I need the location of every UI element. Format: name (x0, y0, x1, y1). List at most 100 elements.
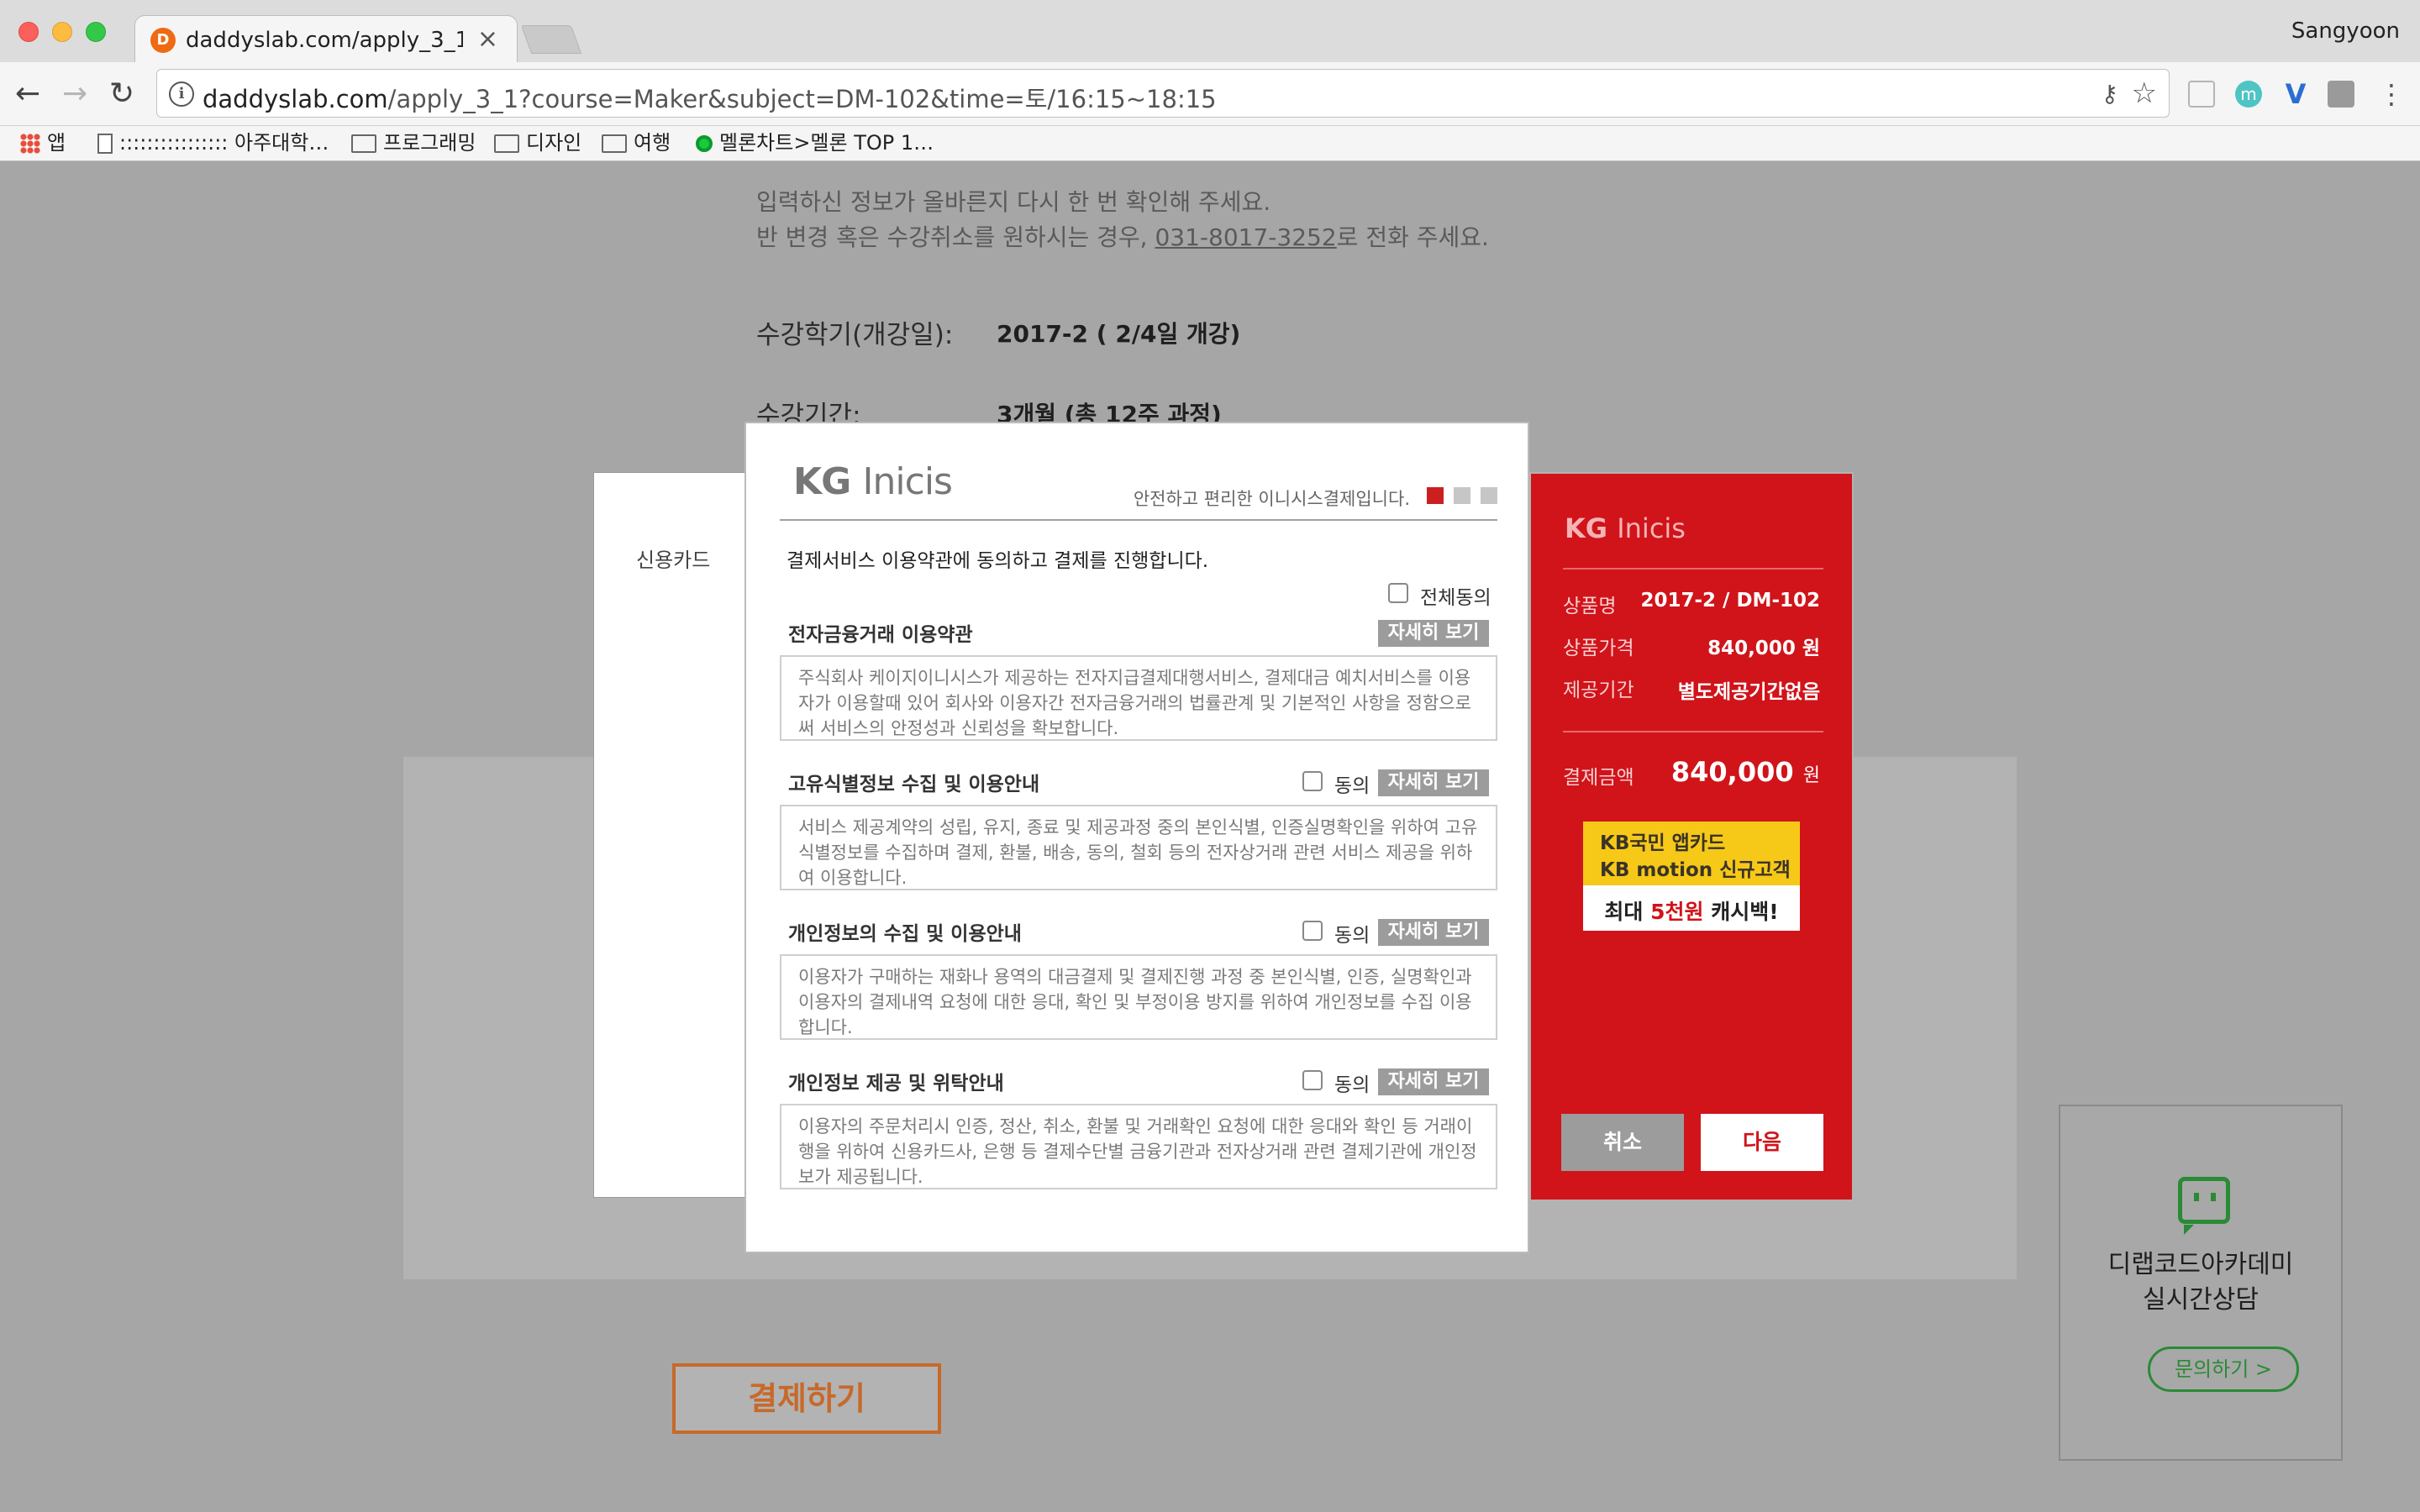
browser-toolbar: ← → ↻ i daddyslab.com/apply_3_1?course=M… (0, 62, 2420, 126)
inicis-logo-small: KG Inicis (1565, 512, 1686, 544)
folder-icon (602, 134, 627, 153)
live-chat-widget: 디랩코드아카데미 실시간상담 문의하기 > (2059, 1105, 2343, 1461)
bookmarks-bar: 앱 :::::::::::::::: 아주대학… 프로그래밍 디자인 여행 멜론… (0, 126, 2420, 161)
pay-button[interactable]: 결제하기 (672, 1363, 941, 1434)
terms-text-box[interactable]: 주식회사 케이지이니시스가 제공하는 전자지급결제대행서비스, 결제대금 예치서… (780, 655, 1497, 741)
bookmark-ajou[interactable]: :::::::::::::::: 아주대학… (97, 128, 329, 158)
tab-close-icon[interactable]: × (477, 24, 498, 54)
logo-bold: KG (793, 460, 851, 503)
window-zoom-button[interactable] (86, 22, 106, 42)
total-amount: 840,000 원 (1671, 756, 1820, 788)
agree-label[interactable]: 동의 (1334, 919, 1370, 948)
kb-promo-banner[interactable]: KB국민 앱카드 KB motion 신규고객 최대 5천원 캐시백! (1583, 822, 1800, 931)
detail-view-button[interactable]: 자세히 보기 (1378, 919, 1489, 946)
terms-text-box[interactable]: 이용자의 주문처리시 인증, 정산, 취소, 환불 및 거래확인 요청에 대한 … (780, 1104, 1497, 1189)
banner-suffix: 캐시백! (1711, 900, 1779, 924)
bookmark-apps[interactable]: 앱 (20, 128, 66, 158)
detail-view-button[interactable]: 자세히 보기 (1378, 1068, 1489, 1095)
profile-name[interactable]: Sangyoon (2291, 18, 2400, 44)
site-info-icon[interactable]: i (169, 81, 194, 107)
bookmark-design[interactable]: 디자인 (494, 128, 581, 158)
agree-checkbox[interactable] (1302, 1070, 1323, 1090)
extension-grey-icon[interactable] (2328, 81, 2354, 108)
pay-section (403, 1279, 2017, 1512)
detail-view-button[interactable]: 자세히 보기 (1378, 620, 1489, 647)
chat-bubble-icon (2178, 1177, 2230, 1235)
folder-icon (351, 134, 376, 153)
url-text[interactable]: daddyslab.com/apply_3_1?course=Maker&sub… (203, 80, 1217, 115)
forward-arrow-icon[interactable]: → (62, 77, 87, 111)
extension-v-icon[interactable]: V (2282, 81, 2309, 108)
terms-text-box[interactable]: 서비스 제공계약의 성립, 유지, 종료 및 제공과정 중의 본인식별, 인증실… (780, 805, 1497, 890)
window-minimize-button[interactable] (52, 22, 72, 42)
bookmark-label: 프로그래밍 (383, 131, 476, 155)
bookmark-programming[interactable]: 프로그래밍 (351, 128, 476, 158)
period-value: 별도제공기간없음 (1677, 681, 1820, 703)
page-icon (97, 134, 113, 154)
total-value: 840,000 (1670, 756, 1794, 788)
notice-prefix: 반 변경 혹은 수강취소를 원하시는 경우, (756, 223, 1148, 251)
agree-checkbox[interactable] (1302, 771, 1323, 791)
term-label: 수강학기(개강일): (756, 320, 954, 350)
banner-prefix: 최대 (1604, 900, 1644, 924)
agree-all-label[interactable]: 전체동의 (1420, 581, 1491, 610)
agree-all-checkbox[interactable] (1388, 583, 1408, 603)
bookmark-label: 앱 (47, 131, 66, 155)
phone-link[interactable]: 031-8017-3252 (1155, 223, 1336, 251)
terms-text-box[interactable]: 이용자가 구매하는 재화나 용역의 대금결제 및 결제진행 과정 중 본인식별,… (780, 954, 1497, 1040)
inicis-tagline: 안전하고 편리한 이니시스결제입니다. (1133, 489, 1410, 509)
bookmark-travel[interactable]: 여행 (602, 128, 671, 158)
price-value: 840,000 원 (1707, 638, 1820, 659)
cancel-button[interactable]: 취소 (1561, 1114, 1684, 1171)
browser-menu-icon[interactable]: ⋮ (2378, 81, 2405, 108)
chat-inquiry-button[interactable]: 문의하기 > (2148, 1347, 2299, 1392)
total-unit: 원 (1802, 765, 1820, 786)
new-tab-button[interactable] (520, 25, 582, 54)
price-label: 상품가격 (1563, 638, 1634, 659)
modal-intro-text: 결제서비스 이용약관에 동의하고 결제를 진행합니다. (786, 550, 1209, 572)
total-label: 결제금액 (1563, 767, 1634, 789)
bookmark-melon[interactable]: 멜론차트>멜론 TOP 1… (696, 128, 934, 158)
chat-title: 디랩코드아카데미 실시간상담 (2060, 1247, 2341, 1318)
extension-m-icon[interactable]: m (2235, 81, 2262, 108)
logo-light: Inicis (862, 460, 953, 503)
next-button[interactable]: 다음 (1701, 1114, 1823, 1171)
step-indicator (1454, 487, 1470, 504)
folder-icon (494, 134, 519, 153)
agree-label[interactable]: 동의 (1334, 1068, 1370, 1097)
section-title: 개인정보 제공 및 위탁안내 (788, 1073, 1004, 1095)
extension-cast-icon[interactable] (2188, 81, 2215, 108)
payment-summary-panel: KG Inicis 상품명 2017-2 / DM-102 상품가격 840,0… (1529, 472, 1854, 1201)
section-title: 고유식별정보 수집 및 이용안내 (788, 774, 1040, 795)
banner-header: KB국민 앱카드 KB motion 신규고객 (1583, 822, 1800, 885)
reload-icon[interactable]: ↻ (109, 77, 134, 111)
term-value: 2017-2 ( 2/4일 개강) (997, 320, 1241, 348)
key-icon[interactable]: ⚷ (2101, 80, 2118, 108)
url-domain: daddyslab.com (203, 85, 388, 113)
agree-checkbox[interactable] (1302, 921, 1323, 941)
bookmark-star-icon[interactable]: ☆ (2132, 76, 2157, 110)
chat-title-line1: 디랩코드아카데미 (2107, 1250, 2294, 1279)
bookmark-label: 여행 (634, 131, 671, 155)
back-arrow-icon[interactable]: ← (15, 77, 40, 111)
agree-label[interactable]: 동의 (1334, 769, 1370, 798)
address-bar[interactable]: i daddyslab.com/apply_3_1?course=Maker&s… (156, 69, 2170, 118)
period-label: 제공기간 (1563, 680, 1634, 701)
divider (1563, 568, 1823, 570)
section-title: 개인정보의 수집 및 이용안내 (788, 923, 1022, 945)
detail-view-button[interactable]: 자세히 보기 (1378, 769, 1489, 796)
inicis-logo: KG Inicis (793, 460, 953, 503)
banner-line3: 최대 5천원 캐시백! (1583, 895, 1800, 926)
product-name-label: 상품명 (1563, 596, 1617, 617)
banner-highlight: 5천원 (1650, 900, 1704, 924)
payment-method-credit-card[interactable]: 신용카드 (636, 543, 710, 573)
bookmark-label: :::::::::::::::: 아주대학… (119, 131, 329, 155)
chat-title-line2: 실시간상담 (2143, 1285, 2259, 1315)
header-divider (780, 519, 1497, 521)
notice-suffix: 로 전화 주세요. (1336, 223, 1489, 251)
window-close-button[interactable] (18, 22, 39, 42)
notice-line-1: 입력하신 정보가 올바른지 다시 한 번 확인해 주세요. (756, 188, 1271, 216)
browser-titlebar: D daddyslab.com/apply_3_1?cou × Sangyoon (0, 0, 2420, 64)
browser-tab-active[interactable]: D daddyslab.com/apply_3_1?cou × (134, 15, 518, 64)
tab-title: daddyslab.com/apply_3_1?cou (186, 28, 463, 53)
